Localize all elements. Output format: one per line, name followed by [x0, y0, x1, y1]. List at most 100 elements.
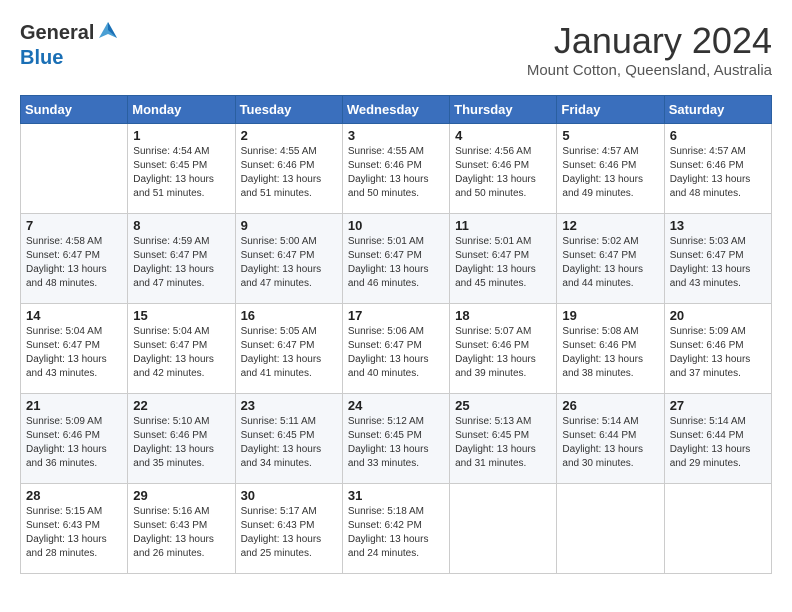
sunset-text: Sunset: 6:46 PM: [241, 159, 337, 173]
empty-cell: [21, 124, 128, 214]
sunrise-text: Sunrise: 5:15 AM: [26, 505, 122, 519]
sunrise-text: Sunrise: 5:05 AM: [241, 325, 337, 339]
day-cell-13: 13Sunrise: 5:03 AMSunset: 6:47 PMDayligh…: [664, 214, 771, 304]
day-cell-4: 4 Sunrise: 4:56 AMSunset: 6:46 PMDaylight…: [450, 124, 557, 214]
daylight-text: Daylight: 13 hours: [348, 443, 444, 457]
day-info: Sunrise: 5:04 AMSunset: 6:47 PMDaylight:…: [26, 325, 122, 381]
day-number: 1: [133, 128, 229, 143]
empty-cell: [664, 484, 771, 574]
daylight-text: Daylight: 13 hours: [670, 353, 766, 367]
day-number: 25: [455, 398, 551, 413]
day-cell-19: 19Sunrise: 5:08 AMSunset: 6:46 PMDayligh…: [557, 304, 664, 394]
day-cell-21: 21 Sunrise: 5:09 AMSunset: 6:46 PMDayligh…: [21, 394, 128, 484]
day-number: 9: [241, 218, 337, 233]
sunset-text: Sunset: 6:46 PM: [562, 159, 658, 173]
daylight-text: Daylight: 13 hours: [241, 443, 337, 457]
day-number: 3: [348, 128, 444, 143]
day-cell-7: 7Sunrise: 4:58 AMSunset: 6:47 PMDaylight…: [21, 214, 128, 304]
sunrise-text: Sunrise: 5:04 AM: [26, 325, 122, 339]
daylight-text-2: and 33 minutes.: [348, 457, 444, 471]
day-number: 18: [455, 308, 551, 323]
sunrise-text: Sunrise: 5:07 AM: [455, 325, 551, 339]
day-info: Sunrise: 5:16 AMSunset: 6:43 PMDaylight:…: [133, 505, 229, 561]
sunset-text: Sunset: 6:43 PM: [26, 519, 122, 533]
daylight-text: Daylight: 13 hours: [26, 443, 122, 457]
day-info: Sunrise: 4:59 AMSunset: 6:47 PMDaylight:…: [133, 235, 229, 291]
sunset-text: Sunset: 6:43 PM: [133, 519, 229, 533]
daylight-text: Daylight: 13 hours: [562, 353, 658, 367]
day-number: 24: [348, 398, 444, 413]
sunrise-text: Sunrise: 5:10 AM: [133, 415, 229, 429]
day-number: 20: [670, 308, 766, 323]
daylight-text: Daylight: 13 hours: [133, 263, 229, 277]
sunset-text: Sunset: 6:47 PM: [562, 249, 658, 263]
day-number: 2: [241, 128, 337, 143]
day-info: Sunrise: 5:18 AMSunset: 6:42 PMDaylight:…: [348, 505, 444, 561]
calendar-table: SundayMondayTuesdayWednesdayThursdayFrid…: [20, 95, 772, 574]
sunset-text: Sunset: 6:45 PM: [133, 159, 229, 173]
daylight-text-2: and 37 minutes.: [670, 367, 766, 381]
sunset-text: Sunset: 6:46 PM: [26, 429, 122, 443]
day-number: 15: [133, 308, 229, 323]
sunset-text: Sunset: 6:45 PM: [348, 429, 444, 443]
sunrise-text: Sunrise: 5:06 AM: [348, 325, 444, 339]
sunrise-text: Sunrise: 5:01 AM: [348, 235, 444, 249]
day-info: Sunrise: 5:13 AMSunset: 6:45 PMDaylight:…: [455, 415, 551, 471]
day-info: Sunrise: 4:57 AMSunset: 6:46 PMDaylight:…: [670, 145, 766, 201]
daylight-text: Daylight: 13 hours: [133, 533, 229, 547]
day-cell-30: 30Sunrise: 5:17 AMSunset: 6:43 PMDayligh…: [235, 484, 342, 574]
sunrise-text: Sunrise: 4:59 AM: [133, 235, 229, 249]
day-number: 10: [348, 218, 444, 233]
day-info: Sunrise: 5:02 AMSunset: 6:47 PMDaylight:…: [562, 235, 658, 291]
daylight-text: Daylight: 13 hours: [241, 263, 337, 277]
day-info: Sunrise: 5:15 AMSunset: 6:43 PMDaylight:…: [26, 505, 122, 561]
day-info: Sunrise: 4:56 AMSunset: 6:46 PMDaylight:…: [455, 145, 551, 201]
logo-general: General: [20, 22, 94, 45]
day-cell-12: 12 Sunrise: 5:02 AMSunset: 6:47 PMDayligh…: [557, 214, 664, 304]
day-cell-27: 27Sunrise: 5:14 AMSunset: 6:44 PMDayligh…: [664, 394, 771, 484]
day-info: Sunrise: 5:12 AMSunset: 6:45 PMDaylight:…: [348, 415, 444, 471]
weekday-header-sunday: Sunday: [21, 96, 128, 124]
week-row-3: 14Sunrise: 5:04 AMSunset: 6:47 PMDayligh…: [21, 304, 772, 394]
day-number: 27: [670, 398, 766, 413]
day-number: 11: [455, 218, 551, 233]
empty-cell: [450, 484, 557, 574]
daylight-text-2: and 29 minutes.: [670, 457, 766, 471]
day-info: Sunrise: 5:01 AMSunset: 6:47 PMDaylight:…: [455, 235, 551, 291]
day-info: Sunrise: 5:07 AMSunset: 6:46 PMDaylight:…: [455, 325, 551, 381]
daylight-text-2: and 51 minutes.: [241, 187, 337, 201]
empty-cell: [557, 484, 664, 574]
day-info: Sunrise: 4:55 AMSunset: 6:46 PMDaylight:…: [241, 145, 337, 201]
header: General Blue January 2024 Mount Cotton, …: [20, 20, 772, 79]
day-number: 21: [26, 398, 122, 413]
daylight-text: Daylight: 13 hours: [670, 173, 766, 187]
day-number: 26: [562, 398, 658, 413]
daylight-text-2: and 26 minutes.: [133, 547, 229, 561]
day-info: Sunrise: 4:54 AMSunset: 6:45 PMDaylight:…: [133, 145, 229, 201]
daylight-text: Daylight: 13 hours: [133, 353, 229, 367]
day-cell-9: 9 Sunrise: 5:00 AMSunset: 6:47 PMDaylight…: [235, 214, 342, 304]
sunrise-text: Sunrise: 5:11 AM: [241, 415, 337, 429]
sunrise-text: Sunrise: 5:03 AM: [670, 235, 766, 249]
day-info: Sunrise: 5:09 AMSunset: 6:46 PMDaylight:…: [26, 415, 122, 471]
sunrise-text: Sunrise: 5:14 AM: [670, 415, 766, 429]
weekday-header-row: SundayMondayTuesdayWednesdayThursdayFrid…: [21, 96, 772, 124]
day-info: Sunrise: 5:00 AMSunset: 6:47 PMDaylight:…: [241, 235, 337, 291]
sunrise-text: Sunrise: 5:00 AM: [241, 235, 337, 249]
day-number: 4: [455, 128, 551, 143]
day-number: 12: [562, 218, 658, 233]
sunset-text: Sunset: 6:47 PM: [241, 339, 337, 353]
day-cell-18: 18 Sunrise: 5:07 AMSunset: 6:46 PMDayligh…: [450, 304, 557, 394]
daylight-text-2: and 48 minutes.: [670, 187, 766, 201]
day-cell-23: 23Sunrise: 5:11 AMSunset: 6:45 PMDayligh…: [235, 394, 342, 484]
daylight-text: Daylight: 13 hours: [455, 173, 551, 187]
day-number: 30: [241, 488, 337, 503]
day-info: Sunrise: 4:57 AMSunset: 6:46 PMDaylight:…: [562, 145, 658, 201]
sunrise-text: Sunrise: 5:12 AM: [348, 415, 444, 429]
sunrise-text: Sunrise: 5:17 AM: [241, 505, 337, 519]
daylight-text: Daylight: 13 hours: [670, 443, 766, 457]
day-cell-28: 28Sunrise: 5:15 AMSunset: 6:43 PMDayligh…: [21, 484, 128, 574]
day-number: 5: [562, 128, 658, 143]
sunrise-text: Sunrise: 4:57 AM: [562, 145, 658, 159]
daylight-text-2: and 34 minutes.: [241, 457, 337, 471]
